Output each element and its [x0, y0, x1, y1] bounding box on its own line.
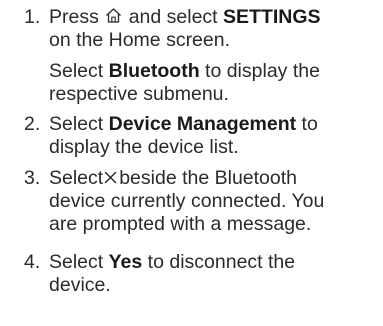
step-number: 2.: [24, 113, 41, 135]
step-number: 3.: [24, 167, 41, 189]
step-3-line-1: Select beside the Bluetooth: [49, 167, 379, 190]
step-number: 1.: [24, 6, 41, 28]
home-icon: [105, 7, 122, 24]
step-text: Select beside the Bluetooth device curren…: [49, 167, 379, 236]
settings-label: SETTINGS: [223, 6, 321, 28]
step-1-line-1: Press and select SETTINGS: [49, 6, 379, 29]
step-2-line-2: display the device list.: [49, 136, 239, 158]
close-x-icon: [104, 167, 117, 184]
step-1-press: Press: [49, 6, 99, 28]
step-3-select: Select: [49, 167, 104, 189]
step-1-line-2: on the Home screen.: [49, 29, 231, 51]
step-number: 4.: [24, 251, 41, 273]
step-4-line-2: device.: [49, 274, 111, 296]
step-3-line-2: device currently connected. You: [49, 190, 325, 212]
step-text: Select Device Management to display the …: [49, 113, 379, 159]
step-4-post: to disconnect the: [147, 251, 296, 273]
device-management-label: Device Management: [108, 113, 297, 135]
sub-line-1: Select Bluetooth to display the: [49, 60, 379, 83]
step-4-line-1: Select Yes to disconnect the: [49, 251, 379, 274]
instructions-document: 1. Press and select SETTINGS on the Home…: [0, 0, 383, 326]
step-3-post: beside the Bluetooth: [119, 167, 298, 189]
bluetooth-label: Bluetooth: [108, 60, 200, 82]
step-text: Select Yes to disconnect the device.: [49, 251, 379, 297]
step-2-to: to: [301, 113, 318, 135]
sub-select: Select: [49, 60, 104, 82]
step-3-line-3: are prompted with a message.: [49, 213, 312, 235]
sub-line-2: respective submenu.: [49, 83, 229, 105]
yes-label: Yes: [108, 251, 143, 273]
step-1-subparagraph: Select Bluetooth to display the respecti…: [49, 60, 379, 106]
step-4-select: Select: [49, 251, 104, 273]
sub-post: to display the: [205, 60, 320, 82]
step-1-and-select: and select: [128, 6, 218, 28]
step-text: Press and select SETTINGS on the Home sc…: [49, 6, 379, 52]
step-2-select: Select: [49, 113, 104, 135]
step-2-line-1: Select Device Management to: [49, 113, 379, 136]
